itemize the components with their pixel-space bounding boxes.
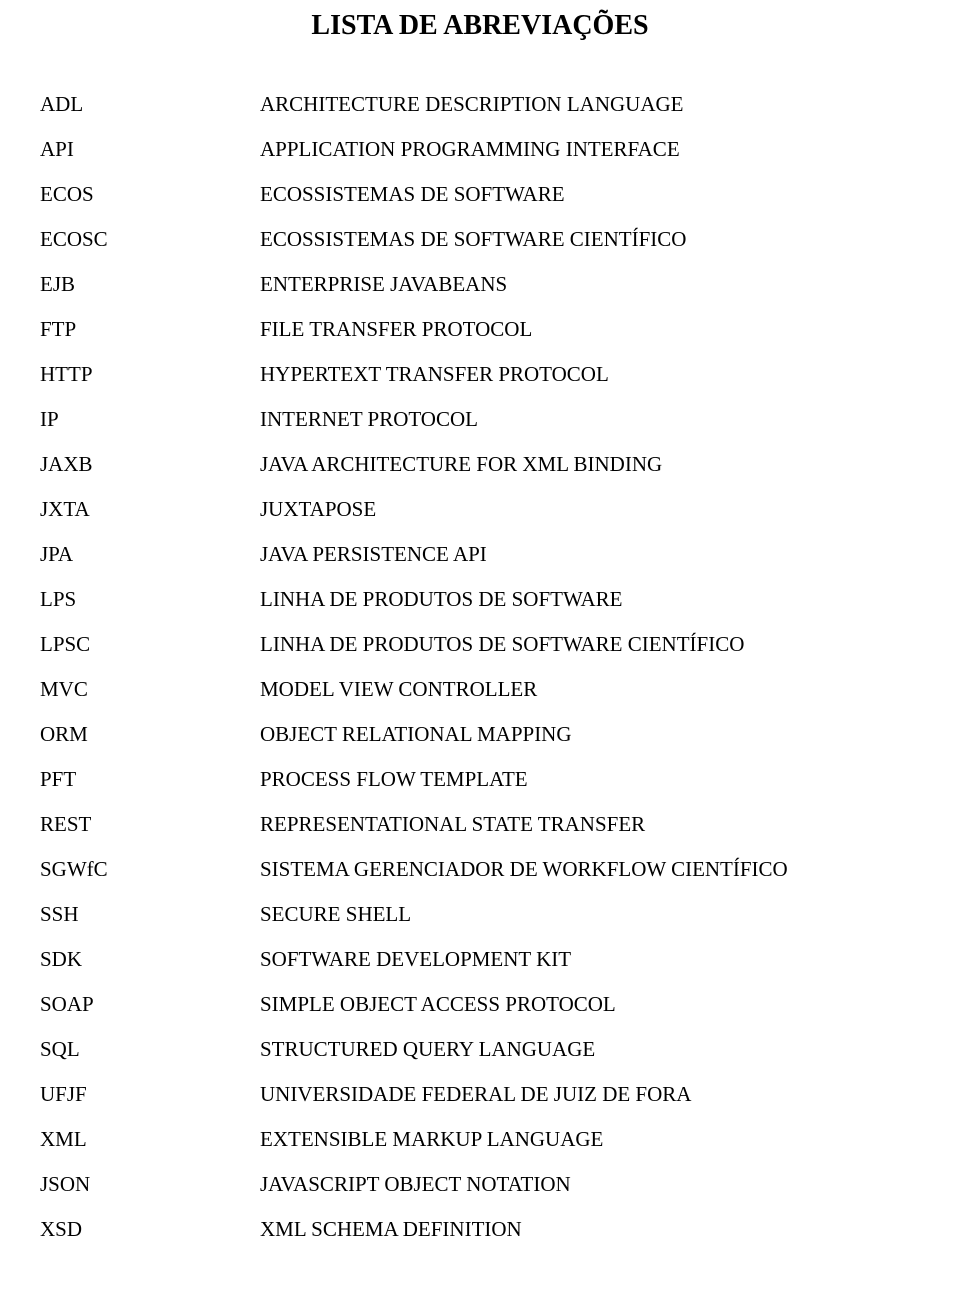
definition-cell: PROCESS FLOW TEMPLATE [260,757,920,802]
abbreviation-cell: SDK [40,937,260,982]
abbreviation-cell: JXTA [40,487,260,532]
abbreviation-cell: API [40,127,260,172]
abbreviation-cell: SOAP [40,982,260,1027]
definition-cell: SIMPLE OBJECT ACCESS PROTOCOL [260,982,920,1027]
abbreviation-cell: LPS [40,577,260,622]
definition-cell: ECOSSISTEMAS DE SOFTWARE CIENTÍFICO [260,217,920,262]
table-row: SGWfCSISTEMA GERENCIADOR DE WORKFLOW CIE… [40,847,920,892]
abbreviation-cell: UFJF [40,1072,260,1117]
definition-cell: ARCHITECTURE DESCRIPTION LANGUAGE [260,82,920,127]
table-row: SOAPSIMPLE OBJECT ACCESS PROTOCOL [40,982,920,1027]
table-row: SDKSOFTWARE DEVELOPMENT KIT [40,937,920,982]
definition-cell: SOFTWARE DEVELOPMENT KIT [260,937,920,982]
document-page: LISTA DE ABREVIAÇÕES ADLARCHITECTURE DES… [0,0,960,1292]
abbreviation-cell: EJB [40,262,260,307]
definition-cell: JAVA ARCHITECTURE FOR XML BINDING [260,442,920,487]
table-row: IPINTERNET PROTOCOL [40,397,920,442]
definition-cell: STRUCTURED QUERY LANGUAGE [260,1027,920,1072]
abbreviation-cell: JSON [40,1162,260,1207]
abbreviation-cell: MVC [40,667,260,712]
table-row: LPSLINHA DE PRODUTOS DE SOFTWARE [40,577,920,622]
definition-cell: SECURE SHELL [260,892,920,937]
definition-cell: REPRESENTATIONAL STATE TRANSFER [260,802,920,847]
definition-cell: MODEL VIEW CONTROLLER [260,667,920,712]
page-title: LISTA DE ABREVIAÇÕES [40,10,920,42]
definition-cell: APPLICATION PROGRAMMING INTERFACE [260,127,920,172]
abbreviation-cell: ECOSC [40,217,260,262]
abbreviation-cell: XML [40,1117,260,1162]
abbreviations-tbody: ADLARCHITECTURE DESCRIPTION LANGUAGEAPIA… [40,82,920,1252]
table-row: SQLSTRUCTURED QUERY LANGUAGE [40,1027,920,1072]
table-row: HTTPHYPERTEXT TRANSFER PROTOCOL [40,352,920,397]
definition-cell: EXTENSIBLE MARKUP LANGUAGE [260,1117,920,1162]
table-row: PFTPROCESS FLOW TEMPLATE [40,757,920,802]
abbreviation-cell: IP [40,397,260,442]
table-row: MVCMODEL VIEW CONTROLLER [40,667,920,712]
abbreviations-table: ADLARCHITECTURE DESCRIPTION LANGUAGEAPIA… [40,82,920,1252]
definition-cell: JUXTAPOSE [260,487,920,532]
definition-cell: UNIVERSIDADE FEDERAL DE JUIZ DE FORA [260,1072,920,1117]
abbreviation-cell: ECOS [40,172,260,217]
definition-cell: INTERNET PROTOCOL [260,397,920,442]
abbreviation-cell: ADL [40,82,260,127]
definition-cell: HYPERTEXT TRANSFER PROTOCOL [260,352,920,397]
abbreviation-cell: XSD [40,1207,260,1252]
definition-cell: LINHA DE PRODUTOS DE SOFTWARE [260,577,920,622]
table-row: EJBENTERPRISE JAVABEANS [40,262,920,307]
table-row: ECOSCECOSSISTEMAS DE SOFTWARE CIENTÍFICO [40,217,920,262]
definition-cell: OBJECT RELATIONAL MAPPING [260,712,920,757]
definition-cell: XML SCHEMA DEFINITION [260,1207,920,1252]
table-row: ORMOBJECT RELATIONAL MAPPING [40,712,920,757]
definition-cell: ECOSSISTEMAS DE SOFTWARE [260,172,920,217]
table-row: SSHSECURE SHELL [40,892,920,937]
table-row: XMLEXTENSIBLE MARKUP LANGUAGE [40,1117,920,1162]
table-row: XSDXML SCHEMA DEFINITION [40,1207,920,1252]
definition-cell: JAVA PERSISTENCE API [260,532,920,577]
abbreviation-cell: HTTP [40,352,260,397]
table-row: UFJFUNIVERSIDADE FEDERAL DE JUIZ DE FORA [40,1072,920,1117]
table-row: ADLARCHITECTURE DESCRIPTION LANGUAGE [40,82,920,127]
table-row: JSONJAVASCRIPT OBJECT NOTATION [40,1162,920,1207]
table-row: JXTAJUXTAPOSE [40,487,920,532]
abbreviation-cell: PFT [40,757,260,802]
abbreviation-cell: FTP [40,307,260,352]
abbreviation-cell: ORM [40,712,260,757]
abbreviation-cell: SSH [40,892,260,937]
table-row: JPAJAVA PERSISTENCE API [40,532,920,577]
table-row: JAXBJAVA ARCHITECTURE FOR XML BINDING [40,442,920,487]
table-row: APIAPPLICATION PROGRAMMING INTERFACE [40,127,920,172]
abbreviation-cell: LPSC [40,622,260,667]
abbreviation-cell: JAXB [40,442,260,487]
abbreviation-cell: JPA [40,532,260,577]
table-row: ECOSECOSSISTEMAS DE SOFTWARE [40,172,920,217]
definition-cell: JAVASCRIPT OBJECT NOTATION [260,1162,920,1207]
table-row: LPSCLINHA DE PRODUTOS DE SOFTWARE CIENTÍ… [40,622,920,667]
definition-cell: LINHA DE PRODUTOS DE SOFTWARE CIENTÍFICO [260,622,920,667]
table-row: FTPFILE TRANSFER PROTOCOL [40,307,920,352]
abbreviation-cell: REST [40,802,260,847]
definition-cell: SISTEMA GERENCIADOR DE WORKFLOW CIENTÍFI… [260,847,920,892]
table-row: RESTREPRESENTATIONAL STATE TRANSFER [40,802,920,847]
definition-cell: FILE TRANSFER PROTOCOL [260,307,920,352]
abbreviation-cell: SGWfC [40,847,260,892]
abbreviation-cell: SQL [40,1027,260,1072]
definition-cell: ENTERPRISE JAVABEANS [260,262,920,307]
